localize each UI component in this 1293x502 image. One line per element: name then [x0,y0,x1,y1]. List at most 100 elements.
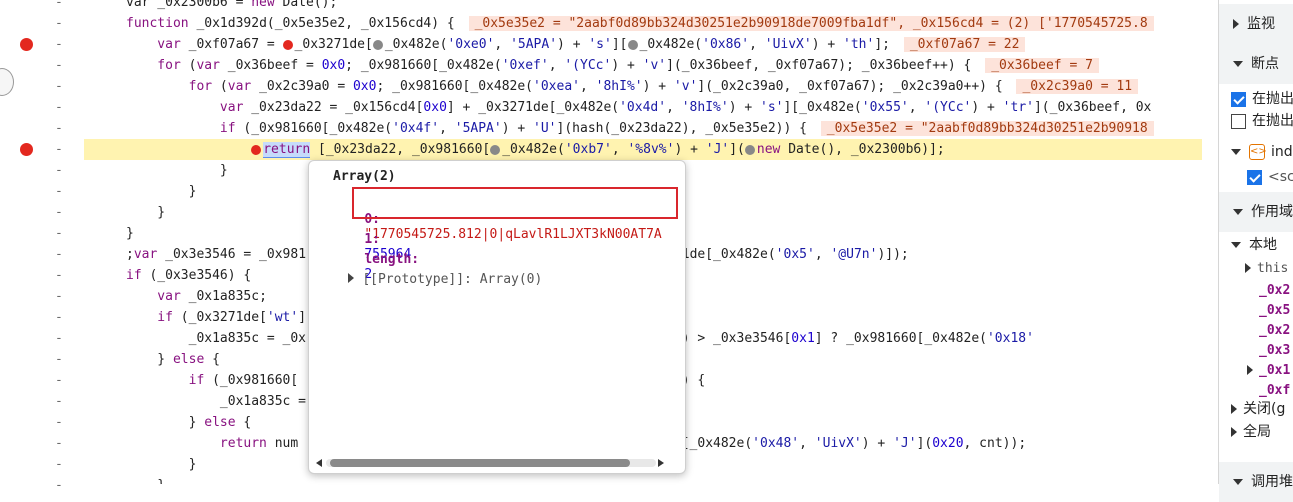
diff-marker: - [55,247,63,262]
popover-horizontal-scrollbar[interactable] [312,456,672,470]
breakpoint-entry-row[interactable]: <sc [1219,166,1293,188]
code-line[interactable]: var _0x23da22 = _0x156cd4[0x0] + _0x3271… [84,97,1151,118]
code-token: (_0x3271de[ [180,310,267,325]
collapsed-triangle-icon [1231,404,1237,414]
inline-value: _0xf07a67 = 22 [903,37,1026,52]
code-token: 'UivX' [814,436,862,451]
code-line[interactable]: var _0x2300b6 = new Date(); [84,0,337,13]
checkbox-checked[interactable] [1231,91,1246,107]
code-line[interactable]: function _0x1d392d(_0x5e35e2, _0x156cd4)… [84,13,1154,34]
inline-breakpoint-slot-icon [627,39,638,50]
closure-scope-row[interactable]: 关闭(g [1219,398,1293,420]
code-token: ]; [874,37,898,52]
code-line[interactable]: _0x1a835c = [84,391,306,412]
code-token: _0x2c39a0 = [259,79,353,94]
code-line[interactable]: if (_0x3271de['wt'] [84,307,306,328]
this-row[interactable]: this [1219,257,1293,279]
scope-variable-row[interactable]: _0x5 [1219,300,1293,320]
code-token: _0x1a835c = _0x [126,331,307,346]
code-line[interactable]: var _0xf07a67 = _0x3271de[_0x482e('0xe0'… [84,34,1026,55]
global-scope-row[interactable]: 全局 [1219,421,1293,443]
code-token: '@U7n' [830,247,878,262]
code-token: _0x36beef = [227,58,322,73]
scope-section-header[interactable]: 作用域 [1219,192,1293,232]
code-line[interactable]: for (var _0x2c39a0 = 0x0; _0x981660[_0x4… [84,76,1139,97]
scroll-left-arrow-icon[interactable] [316,459,322,467]
diff-marker: - [55,142,63,157]
code-token: if [126,121,244,136]
code-line[interactable]: if (_0x3e3546) { [84,265,251,286]
diff-marker: - [55,352,63,367]
debugger-sidebar: 监视 断点 在抛出 在抛出 <> ind <sc 作用域 本地 this _0x2… [1218,0,1293,502]
breakpoint-file-row[interactable]: <> ind [1219,141,1293,163]
code-token: _0x3271de[ [294,37,373,52]
collapsed-triangle-icon [1245,263,1251,273]
pause-uncaught-row[interactable]: 在抛出 [1219,88,1293,110]
collapsed-triangle-icon[interactable] [1247,365,1253,375]
scope-variable-row[interactable]: _0x2 [1219,320,1293,340]
code-token: 'J' [893,436,917,451]
scroll-thumb[interactable] [330,459,630,467]
code-line[interactable]: } [84,202,165,223]
code-line[interactable]: return [_0x23da22, _0x981660[_0x482e('0x… [84,139,1202,160]
scroll-right-arrow-icon[interactable] [658,459,664,467]
code-token: ] [298,310,307,325]
code-token: var [227,79,260,94]
code-token: '0xea' [533,79,580,94]
breakpoints-section-header[interactable]: 断点 [1219,44,1293,84]
code-token: var [126,37,189,52]
code-line[interactable]: if (_0x981660[_0x482e('0x4f', '5APA') + … [84,118,1154,139]
local-scope-row[interactable]: 本地 [1219,234,1293,256]
breakpoint-marker[interactable] [20,38,33,51]
scope-variable-name: _0xf [1259,383,1291,398]
editor-vertical-scrollbar[interactable] [1202,0,1218,484]
code-token: ](_0x36beef, _0xf07a67); _0x36beef++) { [666,58,980,73]
code-line[interactable]: } else { [84,412,252,433]
code-token: var [133,247,166,262]
code-token: } [126,184,197,199]
scope-variable-row[interactable]: _0x1 [1219,360,1293,380]
checkbox-unchecked[interactable] [1231,113,1246,129]
code-token: _0x1a835c; [188,289,267,304]
diff-marker: - [55,79,63,94]
scope-variable-row[interactable]: _0x3 [1219,340,1293,360]
scope-variable-row[interactable]: _0xf [1219,380,1293,400]
watch-label: 监视 [1247,16,1275,32]
scope-variable-name: _0x1 [1259,363,1291,378]
scope-label: 作用域 [1251,204,1293,220]
code-token: _0x3e3546 = _0x981 [165,247,307,262]
code-token: ) + [811,37,844,52]
inline-value: _0x36beef = 7 [985,58,1099,73]
code-token: (_0x3e3546) { [149,268,252,283]
scope-variable-row[interactable]: _0x2 [1219,280,1293,300]
watch-section-header[interactable]: 监视 [1219,4,1293,44]
code-token: , [814,247,831,262]
code-token: new [756,142,789,157]
code-token: ; _0x981660[_0x482e( [376,79,534,94]
code-line[interactable]: } [84,454,197,475]
expand-triangle-icon[interactable] [348,273,355,283]
code-line[interactable]: } [84,181,197,202]
prototype-row[interactable]: [[Prototype]]: Array(0) [317,257,542,302]
pause-caught-row[interactable]: 在抛出 [1219,110,1293,132]
code-token: '0x55' [861,100,909,115]
code-token: , [494,37,511,52]
breakpoint-marker[interactable] [20,143,33,156]
checkbox-checked[interactable] [1247,169,1262,185]
code-line[interactable]: } [84,223,134,244]
callstack-label: 调用堆 [1251,474,1293,490]
code-line[interactable]: } [84,475,165,484]
code-token: ](_0x36beef, 0x [1033,100,1152,115]
panel-resize-handle[interactable] [0,68,14,96]
code-line[interactable]: } else { [84,349,220,370]
code-token: 'wt' [266,310,299,325]
code-token: '0x5' [775,247,815,262]
code-line[interactable]: } [84,160,228,181]
callstack-section-header[interactable]: 调用堆 [1219,462,1293,502]
code-line[interactable]: for (var _0x36beef = 0x0; _0x981660[_0x4… [84,55,1099,76]
code-token: } [126,352,173,367]
code-line[interactable]: var _0x1a835c; [84,286,267,307]
code-token: )]); [877,247,909,262]
code-token: '0x4f' [392,121,440,136]
inline-breakpoint-icon [251,144,262,155]
